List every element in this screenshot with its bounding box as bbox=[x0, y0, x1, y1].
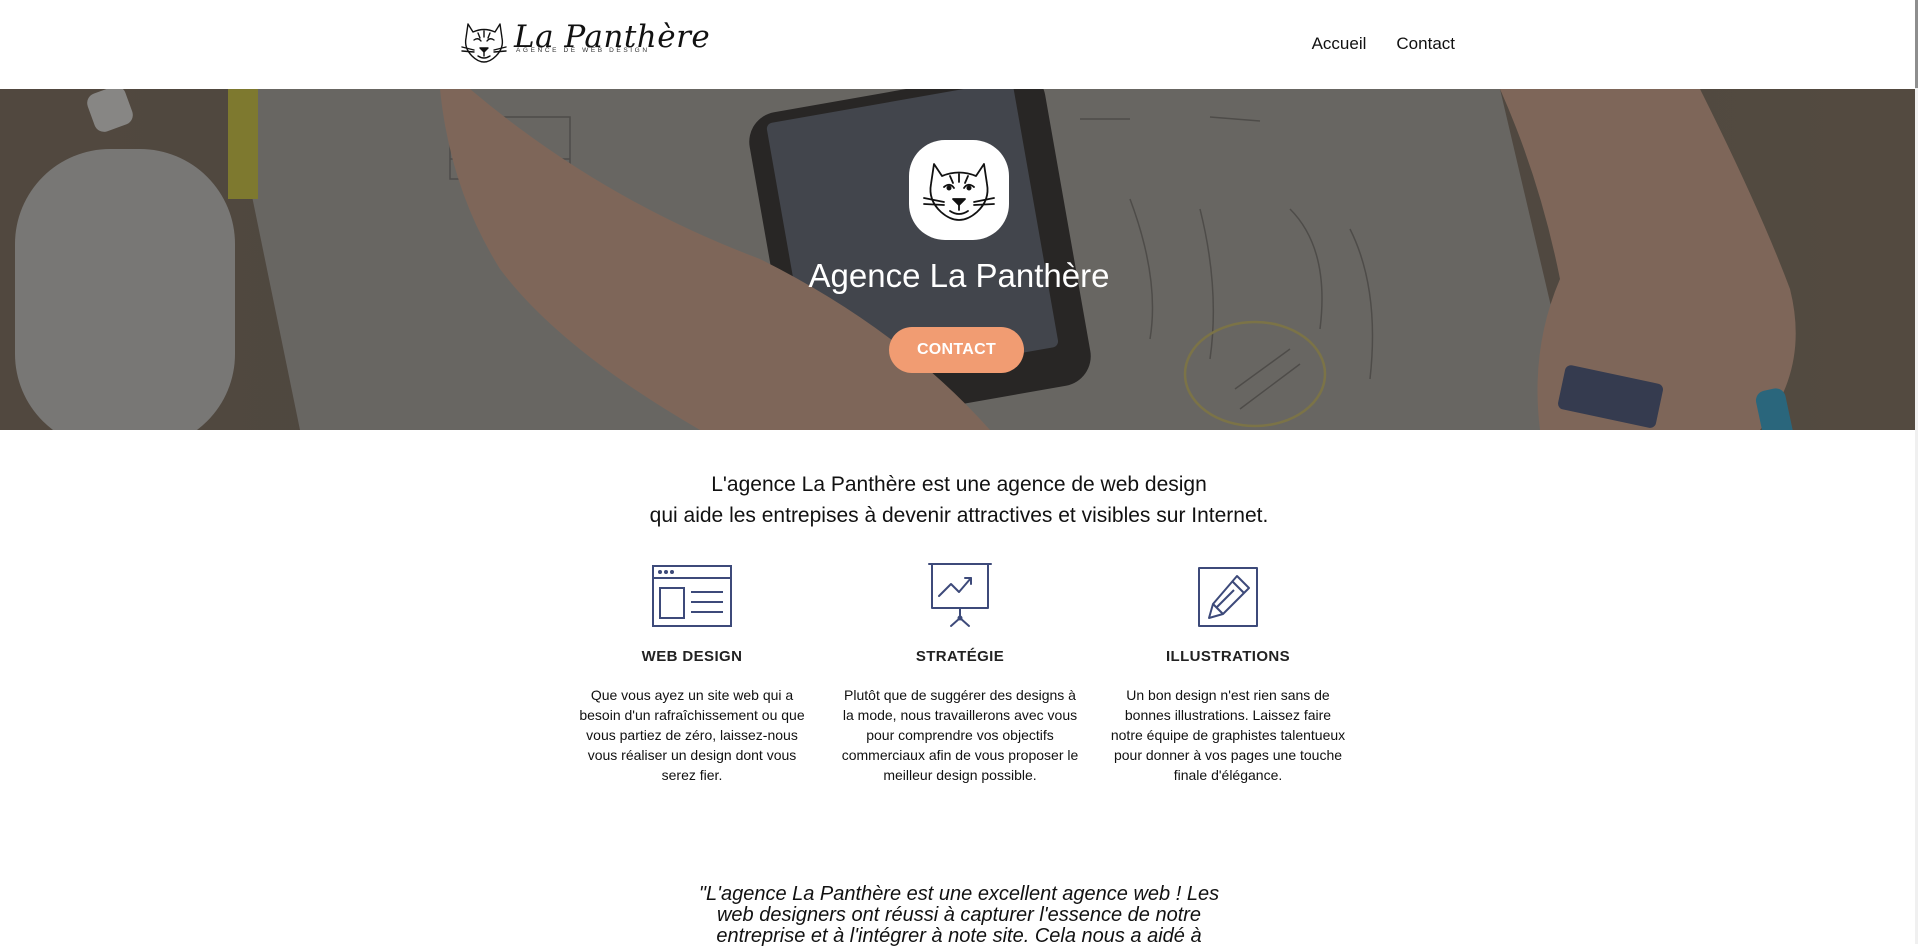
service-description: Plutôt que de suggérer des designs à la … bbox=[841, 687, 1079, 783]
service-icon-wrapper bbox=[1104, 562, 1352, 628]
service-card-strategie: STRATÉGIE Plutôt que de suggérer des des… bbox=[836, 562, 1084, 785]
main-nav: Accueil Contact bbox=[1312, 34, 1455, 54]
site-header: La Panthère AGENCE DE WEB DESIGN Accueil… bbox=[0, 0, 1918, 90]
contact-cta-button[interactable]: CONTACT bbox=[889, 327, 1024, 373]
nav-link-accueil[interactable]: Accueil bbox=[1312, 34, 1367, 54]
testimonial-quote: "L'agence La Panthère est une excellent … bbox=[698, 883, 1220, 947]
panther-head-icon bbox=[923, 163, 995, 221]
logo-text: La Panthère AGENCE DE WEB DESIGN bbox=[514, 18, 710, 64]
intro-line-1: L'agence La Panthère est une agence de w… bbox=[711, 473, 1207, 496]
hero-title: Agence La Panthère bbox=[808, 257, 1110, 294]
nav-link-contact[interactable]: Contact bbox=[1396, 34, 1455, 54]
service-card-illustrations: ILLUSTRATIONS Un bon design n'est rien s… bbox=[1104, 562, 1352, 785]
service-title: WEB DESIGN bbox=[641, 648, 743, 665]
service-icon-wrapper bbox=[836, 562, 1084, 628]
panther-head-icon bbox=[461, 23, 507, 63]
intro-line-2: qui aide les entrepises à devenir attrac… bbox=[649, 504, 1269, 527]
logo-tagline: AGENCE DE WEB DESIGN bbox=[516, 47, 650, 54]
pencil-square-icon bbox=[1198, 567, 1258, 627]
service-description: Un bon design n'est rien sans de bonnes … bbox=[1110, 687, 1346, 783]
browser-window-icon bbox=[652, 565, 732, 627]
service-icon-wrapper bbox=[568, 562, 816, 628]
hero-emblem bbox=[909, 140, 1009, 240]
services-section: WEB DESIGN Que vous ayez un site web qui… bbox=[568, 562, 1352, 785]
presentation-chart-icon bbox=[928, 563, 992, 627]
site-logo[interactable]: La Panthère AGENCE DE WEB DESIGN bbox=[458, 18, 710, 64]
service-title: ILLUSTRATIONS bbox=[1165, 648, 1291, 665]
service-title: STRATÉGIE bbox=[915, 648, 1005, 665]
intro-section: L'agence La Panthère est une agence de w… bbox=[0, 469, 1918, 531]
service-card-web-design: WEB DESIGN Que vous ayez un site web qui… bbox=[568, 562, 816, 785]
service-description: Que vous ayez un site web qui a besoin d… bbox=[579, 687, 805, 783]
hero-banner: Agence La Panthère CONTACT bbox=[0, 89, 1918, 430]
